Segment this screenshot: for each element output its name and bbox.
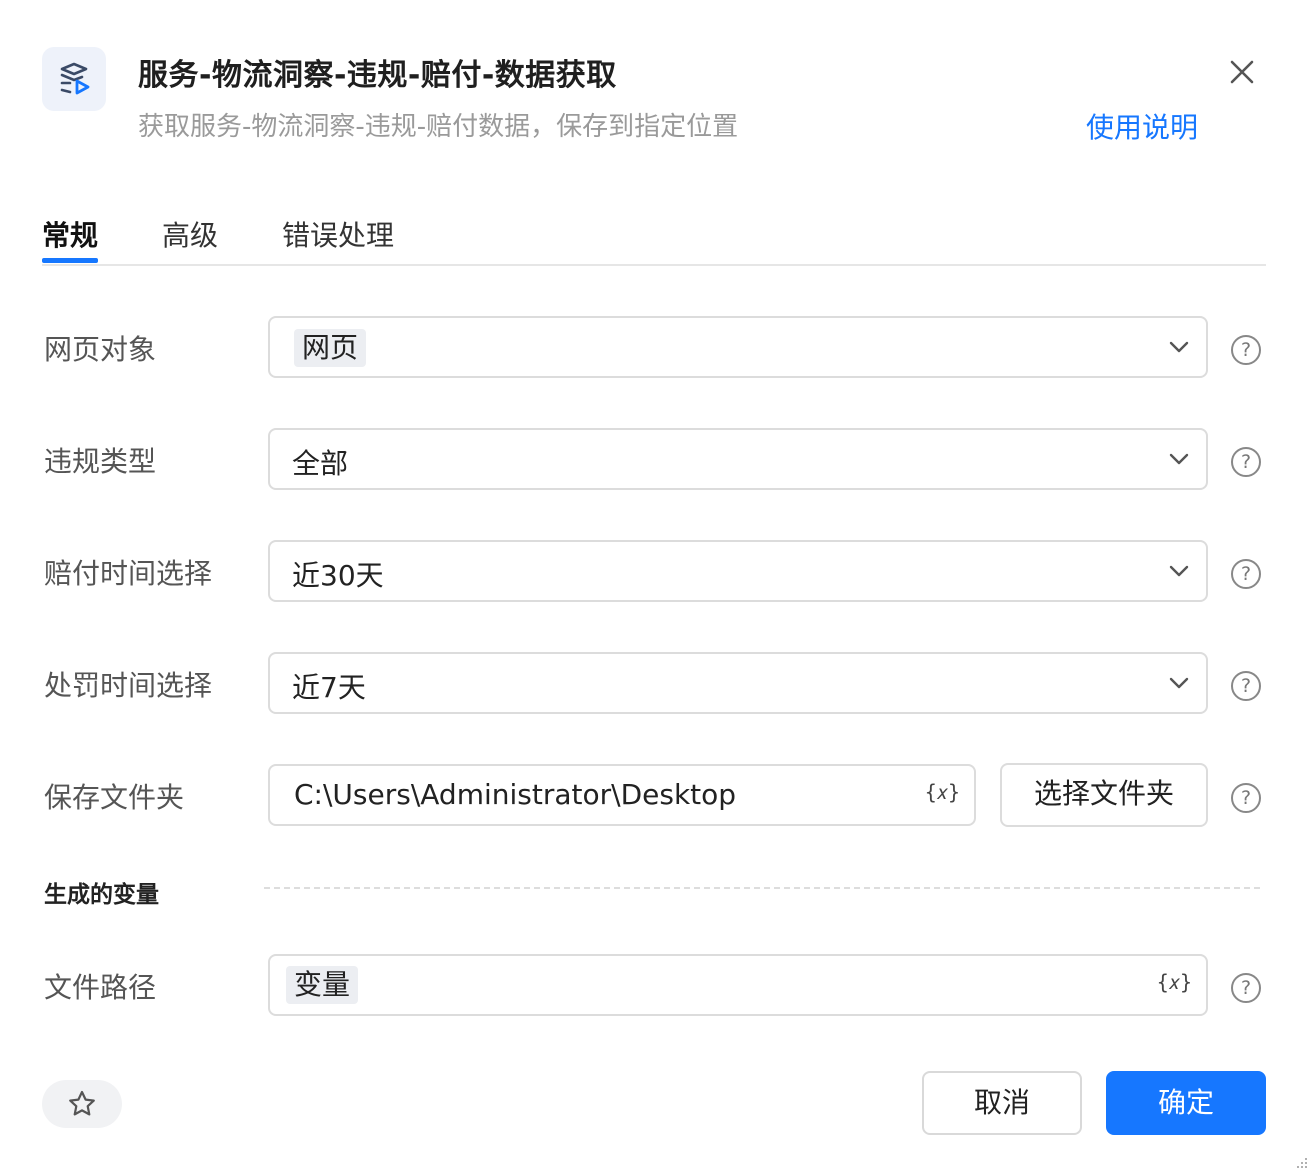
tab-error-handling[interactable]: 错误处理 bbox=[282, 214, 394, 254]
web-object-select[interactable]: 网页 bbox=[268, 316, 1208, 378]
payout-time-select[interactable]: 近30天 bbox=[268, 540, 1208, 602]
help-icon[interactable]: ? bbox=[1231, 559, 1261, 589]
file-path-input[interactable]: 变量 {𝑥} bbox=[268, 954, 1208, 1016]
violation-type-label: 违规类型 bbox=[44, 445, 157, 478]
web-object-label: 网页对象 bbox=[44, 333, 157, 366]
variable-icon[interactable]: {𝑥} bbox=[925, 780, 960, 804]
dialog-title: 服务-物流洞察-违规-赔付-数据获取 bbox=[138, 58, 617, 93]
tab-advanced[interactable]: 高级 bbox=[162, 214, 218, 254]
help-icon[interactable]: ? bbox=[1231, 783, 1261, 813]
active-tab-indicator bbox=[42, 258, 98, 263]
chevron-down-icon bbox=[1166, 558, 1192, 584]
help-icon[interactable]: ? bbox=[1231, 973, 1261, 1003]
tab-general[interactable]: 常规 bbox=[42, 214, 98, 254]
app-logo-icon bbox=[42, 47, 106, 111]
section-divider bbox=[264, 887, 1260, 889]
payout-time-value: 近30天 bbox=[292, 559, 384, 592]
star-icon bbox=[69, 1090, 95, 1116]
chevron-down-icon bbox=[1166, 334, 1192, 360]
help-icon[interactable]: ? bbox=[1231, 671, 1261, 701]
violation-type-select[interactable]: 全部 bbox=[268, 428, 1208, 490]
dialog-subtitle: 获取服务-物流洞察-违规-赔付数据，保存到指定位置 bbox=[138, 112, 739, 142]
penalty-time-select[interactable]: 近7天 bbox=[268, 652, 1208, 714]
variable-icon[interactable]: {𝑥} bbox=[1157, 970, 1192, 994]
payout-time-label: 赔付时间选择 bbox=[44, 557, 213, 590]
penalty-time-value: 近7天 bbox=[292, 671, 366, 704]
help-icon[interactable]: ? bbox=[1231, 447, 1261, 477]
variable-chip: 变量 bbox=[286, 966, 359, 1004]
save-folder-input[interactable]: C:\Users\Administrator\Desktop {𝑥} bbox=[268, 764, 976, 826]
resize-grip-icon[interactable] bbox=[1294, 1154, 1308, 1168]
close-button[interactable] bbox=[1222, 52, 1262, 92]
generated-variables-heading: 生成的变量 bbox=[44, 882, 159, 908]
tab-bar: 常规 高级 错误处理 bbox=[42, 200, 1266, 266]
save-folder-value: C:\Users\Administrator\Desktop bbox=[294, 778, 737, 811]
file-path-label: 文件路径 bbox=[44, 971, 157, 1004]
close-icon bbox=[1230, 60, 1254, 84]
chevron-down-icon bbox=[1166, 446, 1192, 472]
violation-type-value: 全部 bbox=[292, 447, 349, 480]
penalty-time-label: 处罚时间选择 bbox=[44, 669, 213, 702]
select-folder-button[interactable]: 选择文件夹 bbox=[1000, 763, 1208, 827]
save-folder-label: 保存文件夹 bbox=[44, 781, 185, 814]
cancel-button[interactable]: 取消 bbox=[922, 1071, 1082, 1135]
web-object-chip: 网页 bbox=[294, 329, 367, 367]
favorite-button[interactable] bbox=[42, 1080, 122, 1128]
dialog: 服务-物流洞察-违规-赔付-数据获取 获取服务-物流洞察-违规-赔付数据，保存到… bbox=[0, 0, 1312, 1172]
chevron-down-icon bbox=[1166, 670, 1192, 696]
usage-instructions-link[interactable]: 使用说明 bbox=[1086, 106, 1198, 146]
help-icon[interactable]: ? bbox=[1231, 335, 1261, 365]
confirm-button[interactable]: 确定 bbox=[1106, 1071, 1266, 1135]
